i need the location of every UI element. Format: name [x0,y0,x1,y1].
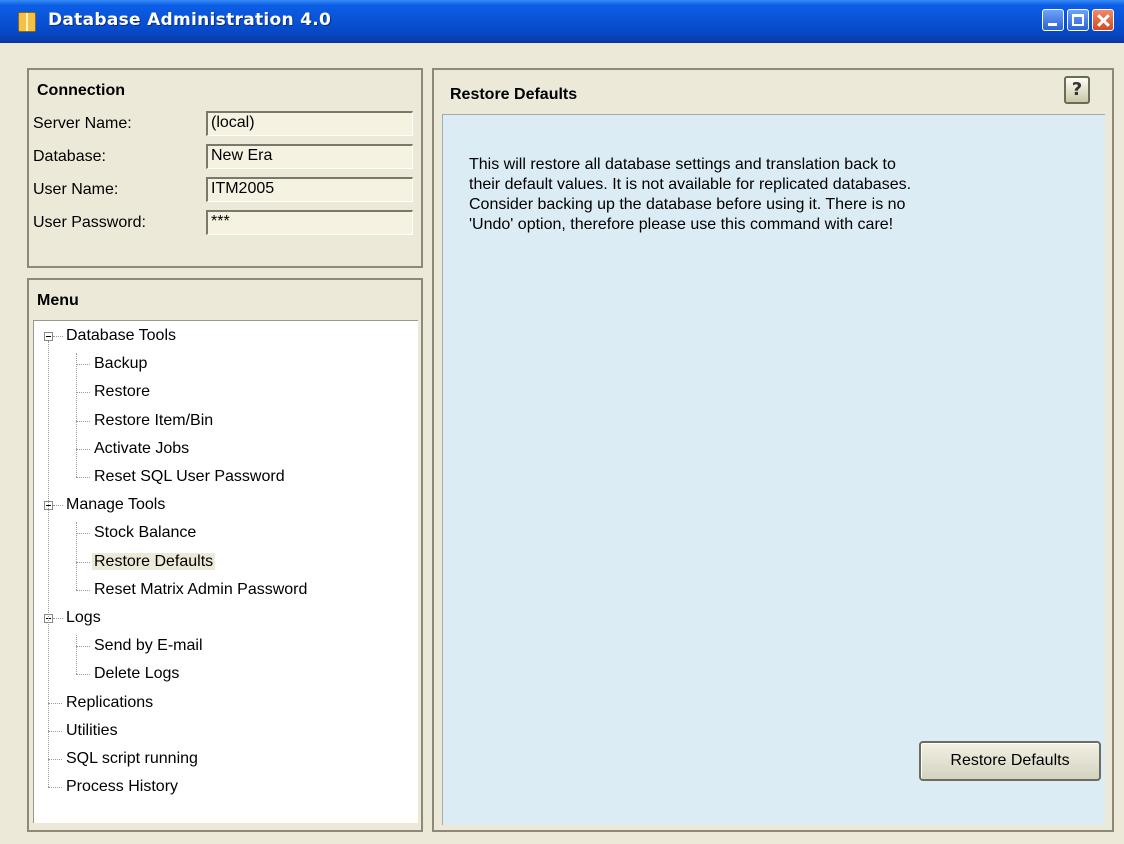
tree-connector [76,477,90,478]
tree-item-label: Stock Balance [94,524,197,542]
tree-item-label: Send by E-mail [94,637,203,655]
tree-connector [76,364,90,366]
tree-connector [48,730,62,732]
server-name-field[interactable]: (local) [206,111,413,136]
tree-item-label: Delete Logs [94,665,180,683]
description-line: This will restore all database settings … [469,156,896,173]
content-title: Restore Defaults [450,86,578,103]
tree-item-label: Utilities [66,721,118,739]
title-bar: Database Administration 4.0 [0,0,1124,43]
tree-connector [48,341,49,788]
content-panel: Restore Defaults ? This will restore all… [432,68,1114,832]
tree-connector [53,618,63,619]
maximize-button[interactable] [1067,9,1089,31]
tree-connector [53,336,63,337]
tree-item-delete-logs[interactable]: Delete Logs [92,663,181,685]
tree-item-label: Replications [66,693,154,711]
tree-connector [48,759,62,760]
close-button[interactable] [1092,9,1114,31]
tree-connector [53,505,63,507]
tree-item-label: Manage Tools [66,496,166,514]
menu-panel: Menu Database Tools Backup Restore Restore … [27,278,423,832]
tree-connector [76,353,77,477]
database-label: Database: [33,148,106,165]
user-password-row: User Password: *** [33,210,413,236]
tree-connector [48,702,62,704]
window-title: Database Administration 4.0 [48,10,332,30]
tree-item-replications[interactable]: Replications [64,692,155,714]
tree-item-label: Backup [94,355,148,373]
tree-connector [76,533,90,535]
database-field[interactable]: New Era [206,144,413,169]
tree-item-label: Database Tools [66,327,176,344]
menu-tree: Database Tools Backup Restore Restore Item/… [33,320,418,823]
tree-item-label: Logs [66,609,101,626]
tree-connector [48,787,62,789]
connection-panel: Connection Server Name: (local) Database… [27,68,423,268]
tree-item-stock-balance[interactable]: Stock Balance [92,522,198,544]
app-icon [18,12,36,32]
collapse-icon[interactable] [44,332,53,341]
tree-item-restore-defaults[interactable]: Restore Defaults [92,551,216,573]
tree-item-backup[interactable]: Backup [92,353,149,375]
tree-connector [76,420,90,422]
user-name-label: User Name: [33,181,119,198]
tree-item-label: Process History [66,778,179,796]
minimize-button[interactable] [1042,9,1064,31]
restore-defaults-button[interactable]: Restore Defaults [919,741,1101,781]
tree-item-logs[interactable]: Logs [64,607,103,629]
tree-item-manage-tools[interactable]: Manage Tools [64,494,167,516]
tree-connector [76,522,77,590]
tree-connector [76,674,90,676]
content-body: This will restore all database settings … [442,114,1105,825]
tree-connector [76,635,77,675]
tree-connector [76,392,90,394]
tree-item-label: Reset SQL User Password [94,468,285,485]
tree-item-label: Activate Jobs [94,439,190,457]
description-line: Consider backing up the database before … [469,196,906,213]
tree-connector [76,561,90,563]
tree-item-label: Restore [94,383,151,401]
database-row: Database: New Era [33,144,413,170]
server-name-row: Server Name: (local) [33,111,413,137]
tree-item-database-tools[interactable]: Database Tools [64,325,178,347]
description-line: 'Undo' option, therefore please use this… [469,216,894,233]
user-name-field[interactable]: ITM2005 [206,177,413,202]
tree-item-reset-matrix-admin-password[interactable]: Reset Matrix Admin Password [92,579,309,601]
tree-item-label: Restore Defaults [92,552,216,570]
tree-item-label: Restore Item/Bin [94,411,214,429]
server-name-label: Server Name: [33,115,132,132]
tree-item-send-by-e-mail[interactable]: Send by E-mail [92,635,205,657]
description-line: their default values. It is not availabl… [469,176,912,193]
tree-item-process-history[interactable]: Process History [64,776,180,798]
tree-connector [76,589,90,591]
user-password-field[interactable]: *** [206,210,413,235]
tree-item-label: Reset Matrix Admin Password [94,580,308,598]
user-name-row: User Name: ITM2005 [33,177,413,203]
tree-item-label: SQL script running [66,750,198,767]
tree-item-restore-item-bin[interactable]: Restore Item/Bin [92,410,215,432]
help-button[interactable]: ? [1064,76,1090,104]
description-text: This will restore all database settings … [469,155,1069,235]
menu-header: Menu [37,292,79,309]
connection-header: Connection [37,82,125,99]
tree-item-reset-sql-user-password[interactable]: Reset SQL User Password [92,466,287,488]
tree-connector [76,448,90,450]
content-header: Restore Defaults ? [434,70,1112,114]
tree-item-activate-jobs[interactable]: Activate Jobs [92,438,191,460]
user-password-label: User Password: [33,214,146,231]
tree-connector [76,646,90,648]
tree-item-utilities[interactable]: Utilities [64,720,120,742]
tree-item-sql-script-running[interactable]: SQL script running [64,748,200,770]
tree-item-restore[interactable]: Restore [92,381,152,403]
